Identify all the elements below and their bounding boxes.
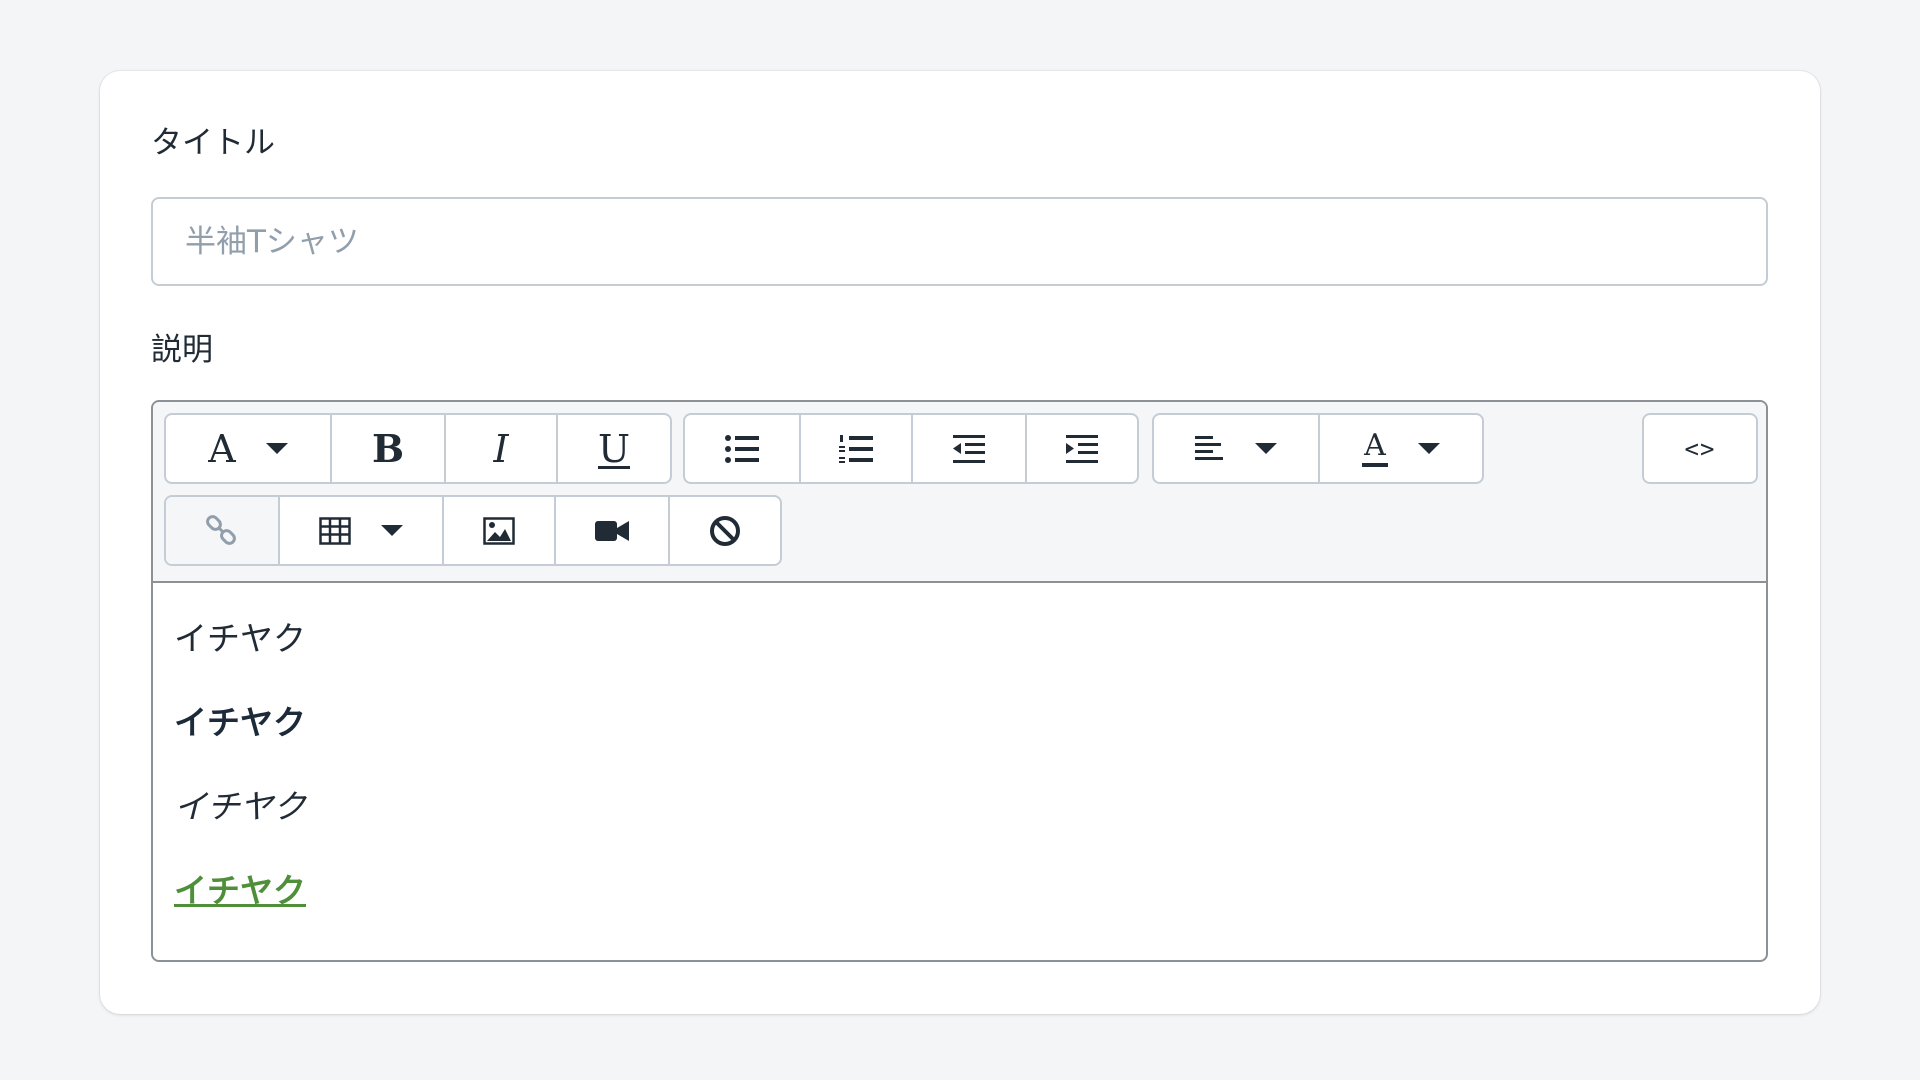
link-button[interactable] [166,497,278,564]
text-color-dropdown[interactable]: A [1318,415,1482,482]
image-button[interactable] [442,497,554,564]
text-color-icon: A [1362,427,1388,467]
text-color-bar [1362,462,1388,467]
numbered-list-icon [839,434,873,463]
clear-formatting-icon [710,515,740,546]
rich-text-editor: A B I U A <> イチヤク イチヤク イチヤク イチヤク [151,400,1768,962]
insert-button-group [164,495,782,566]
text-color-letter: A [1364,427,1386,463]
product-form-card: タイトル 説明 A B I U [100,71,1820,1014]
editor-toolbar: A B I U A <> [153,402,1766,583]
chevron-down-icon [1255,443,1277,454]
code-icon: <> [1684,434,1716,463]
content-line-normal: イチヤク [174,619,306,658]
video-button[interactable] [554,497,668,564]
numbered-list-button[interactable] [799,415,911,482]
indent-icon [1066,434,1098,463]
title-label: タイトル [151,125,275,161]
outdent-button[interactable] [911,415,1025,482]
table-dropdown[interactable] [278,497,442,564]
align-left-icon [1195,435,1223,460]
align-dropdown[interactable] [1154,415,1318,482]
chevron-down-icon [1418,443,1440,454]
source-button-group: <> [1642,413,1758,484]
underline-button[interactable]: U [556,415,670,482]
italic-button[interactable]: I [444,415,556,482]
description-label: 説明 [151,332,213,368]
format-button-group: A B I U [164,413,672,484]
underline-icon: U [597,426,631,471]
chevron-down-icon [381,525,403,536]
content-line-bold: イチヤク [174,703,306,742]
bulleted-list-icon [725,434,759,463]
text-style-icon: A [208,426,236,471]
editor-content[interactable]: イチヤク イチヤク イチヤク イチヤク [153,583,1766,947]
bulleted-list-button[interactable] [685,415,799,482]
chevron-down-icon [265,443,288,454]
video-camera-icon [595,520,629,541]
indent-button[interactable] [1025,415,1137,482]
align-color-button-group: A [1152,413,1484,484]
content-line-link[interactable]: イチヤク [174,849,1745,933]
title-input[interactable] [151,197,1768,286]
table-icon [319,516,351,545]
list-button-group [683,413,1139,484]
bold-icon: B [371,425,405,471]
clear-formatting-button[interactable] [668,497,780,564]
content-line-italic: イチヤク [174,787,306,826]
bold-button[interactable]: B [330,415,444,482]
text-style-dropdown[interactable]: A [166,415,330,482]
source-code-button[interactable]: <> [1644,415,1756,482]
italic-icon: I [493,426,509,471]
outdent-icon [953,434,985,463]
link-icon [206,514,236,545]
image-icon [483,516,515,545]
